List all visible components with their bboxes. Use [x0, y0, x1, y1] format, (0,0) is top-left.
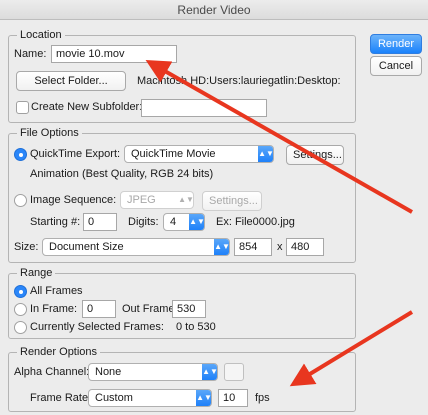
- file-options-legend: File Options: [17, 126, 82, 140]
- image-format-value: JPEG: [127, 194, 156, 206]
- out-frame-label: Out Frame:: [122, 303, 178, 315]
- codec-info: Animation (Best Quality, RGB 24 bits): [30, 168, 214, 180]
- quicktime-format-select[interactable]: QuickTime Movie ▲▼: [124, 145, 274, 163]
- chevron-up-down-icon: ▲▼: [214, 239, 229, 255]
- width-field[interactable]: 854: [234, 238, 272, 256]
- selected-frames-range: 0 to 530: [176, 321, 216, 333]
- create-subfolder-label: Create New Subfolder:: [31, 101, 143, 113]
- name-label: Name:: [14, 48, 47, 60]
- range-legend: Range: [17, 266, 56, 280]
- all-frames-radio[interactable]: [14, 285, 27, 298]
- quicktime-export-radio[interactable]: [14, 148, 27, 161]
- image-sequence-label: Image Sequence:: [30, 194, 117, 206]
- render-button[interactable]: Render: [370, 34, 422, 54]
- example-filename: Ex: File0000.jpg: [216, 216, 295, 228]
- subfolder-field[interactable]: [141, 99, 267, 117]
- create-subfolder-checkbox[interactable]: [16, 101, 29, 114]
- frame-rate-field[interactable]: 10: [218, 389, 248, 407]
- size-x-label: x: [277, 241, 283, 253]
- folder-path: Macintosh HD:Users:lauriegatlin:Desktop:: [137, 75, 341, 87]
- quicktime-format-value: QuickTime Movie: [131, 148, 216, 160]
- in-frame-radio[interactable]: [14, 303, 27, 316]
- image-sequence-radio[interactable]: [14, 194, 27, 207]
- size-label: Size:: [14, 241, 39, 253]
- chevron-up-down-icon: ▲▼: [178, 195, 194, 204]
- quicktime-export-label: QuickTime Export:: [30, 148, 121, 160]
- out-frame-field[interactable]: 530: [172, 300, 206, 318]
- digits-label: Digits:: [128, 216, 159, 228]
- selected-frames-radio[interactable]: [14, 321, 27, 334]
- quicktime-settings-button[interactable]: Settings...: [286, 145, 344, 165]
- select-folder-button[interactable]: Select Folder...: [16, 71, 126, 91]
- size-value: Document Size: [49, 241, 124, 253]
- render-options-legend: Render Options: [17, 345, 101, 359]
- size-select[interactable]: Document Size ▲▼: [42, 238, 230, 256]
- chevron-up-down-icon: ▲▼: [258, 146, 273, 162]
- chevron-up-down-icon: ▲▼: [196, 390, 211, 406]
- fps-label: fps: [255, 392, 270, 404]
- selected-frames-label: Currently Selected Frames:: [30, 321, 164, 333]
- window-title: Render Video: [0, 0, 428, 20]
- name-field[interactable]: movie 10.mov: [51, 45, 177, 63]
- chevron-up-down-icon: ▲▼: [189, 214, 204, 230]
- image-format-select[interactable]: JPEG ▲▼: [120, 191, 194, 209]
- height-field[interactable]: 480: [286, 238, 324, 256]
- frame-rate-mode: Custom: [95, 392, 133, 404]
- frame-rate-label: Frame Rate:: [30, 392, 92, 404]
- in-frame-field[interactable]: 0: [82, 300, 116, 318]
- in-frame-label: In Frame:: [30, 303, 78, 315]
- starting-number-label: Starting #:: [30, 216, 81, 228]
- cancel-button[interactable]: Cancel: [370, 56, 422, 76]
- image-settings-button[interactable]: Settings...: [202, 191, 262, 211]
- alpha-channel-select[interactable]: None ▲▼: [88, 363, 218, 381]
- frame-rate-select[interactable]: Custom ▲▼: [88, 389, 212, 407]
- alpha-channel-value: None: [95, 366, 122, 378]
- all-frames-label: All Frames: [30, 285, 83, 297]
- chevron-up-down-icon: ▲▼: [202, 364, 217, 380]
- location-legend: Location: [17, 28, 65, 42]
- digits-value: 4: [170, 216, 177, 228]
- starting-number-field[interactable]: 0: [83, 213, 117, 231]
- digits-select[interactable]: 4 ▲▼: [163, 213, 205, 231]
- alpha-color-swatch[interactable]: [224, 363, 244, 381]
- alpha-channel-label: Alpha Channel:: [14, 366, 90, 378]
